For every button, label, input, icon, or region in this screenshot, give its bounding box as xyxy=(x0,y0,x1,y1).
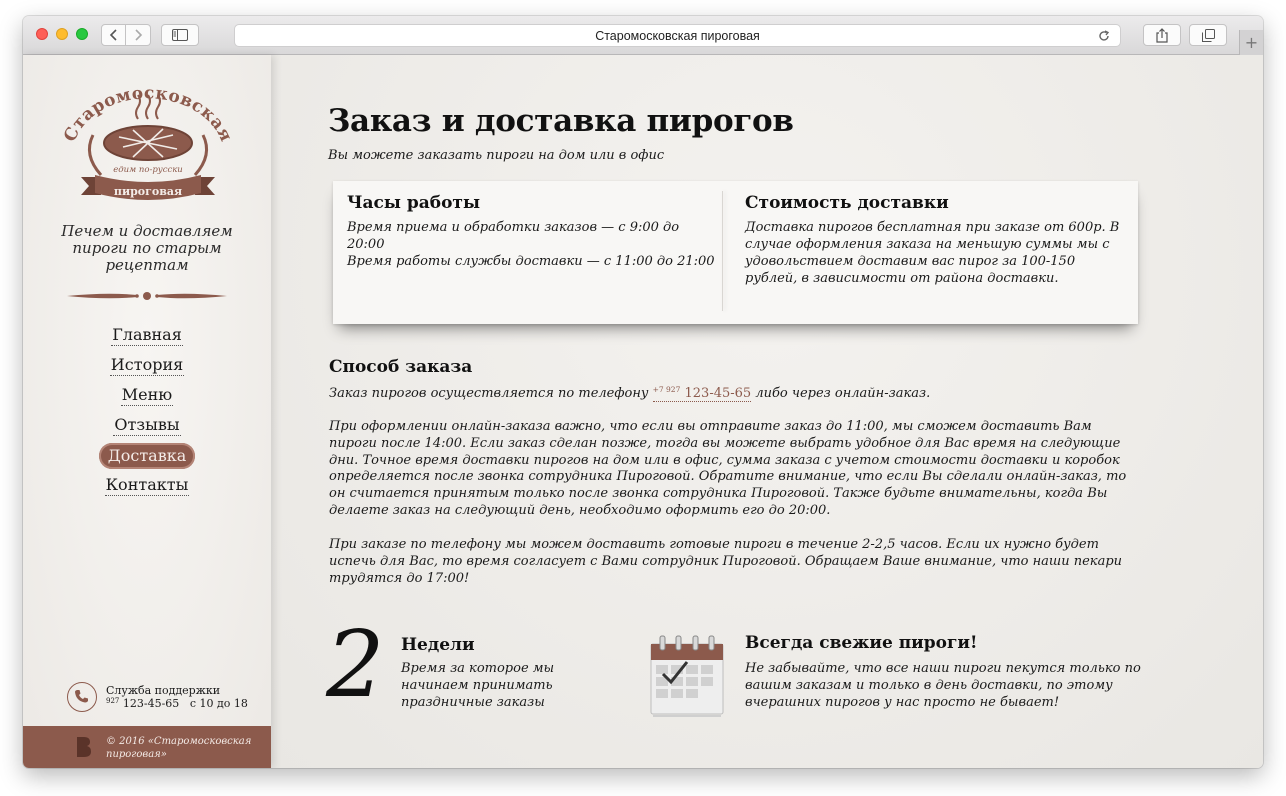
menu-item-menu: Меню xyxy=(23,381,271,411)
chevron-right-icon xyxy=(135,29,143,41)
site-logo[interactable]: Старомосковская едим по-русски xyxy=(63,85,233,215)
info-card: Часы работы Время приема и обработки зак… xyxy=(333,181,1138,324)
menu-item-reviews: Отзывы xyxy=(23,411,271,441)
back-button[interactable] xyxy=(101,24,126,46)
calendar-check-icon xyxy=(650,635,724,717)
share-button[interactable] xyxy=(1143,24,1181,46)
working-hours-delivery: Время работы службы доставки — с 11:00 д… xyxy=(347,254,715,269)
menu-link-history[interactable]: История xyxy=(109,356,185,376)
browser-toolbar: Старомосковская пироговая + xyxy=(23,16,1263,55)
delivery-cost-text: Доставка пирогов бесплатная при заказе о… xyxy=(745,220,1120,286)
developer-logo-icon[interactable] xyxy=(75,736,93,758)
menu-link-home[interactable]: Главная xyxy=(111,326,183,346)
share-icon xyxy=(1156,27,1168,43)
reload-icon[interactable] xyxy=(1097,29,1111,43)
phone-icon xyxy=(67,682,97,712)
menu-item-delivery: Доставка xyxy=(23,441,271,471)
site-sidebar: Старомосковская едим по-русски xyxy=(23,55,271,768)
show-tabs-button[interactable] xyxy=(1189,24,1227,46)
delivery-cost-title: Стоимость доставки xyxy=(745,193,949,213)
logo-subtitle-text: едим по-русски xyxy=(113,165,183,175)
copyright-text: © 2016 «Старомосковская пироговая» xyxy=(106,736,252,760)
menu-link-reviews[interactable]: Отзывы xyxy=(113,416,181,436)
site-tagline: Печем и доставляем пироги по старым реце… xyxy=(61,222,233,274)
card-divider xyxy=(722,191,723,311)
menu-item-contacts: Контакты xyxy=(23,471,271,501)
order-method-title: Способ заказа xyxy=(329,357,473,377)
support-phone-code: 927 xyxy=(106,697,120,705)
menu-item-history: История xyxy=(23,351,271,381)
menu-link-contacts[interactable]: Контакты xyxy=(104,476,190,496)
close-window-button[interactable] xyxy=(36,28,48,40)
working-hours-orders: Время приема и обработки заказов — с 9:0… xyxy=(347,220,680,252)
order-phone-code: +7 927 xyxy=(652,385,681,394)
menu-item-home: Главная xyxy=(23,321,271,351)
page-subtitle: Вы можете заказать пироги на дом или в о… xyxy=(328,148,665,163)
support-title: Служба поддержки xyxy=(106,684,221,697)
forward-button[interactable] xyxy=(126,24,151,46)
plus-icon: + xyxy=(1244,33,1259,52)
support-block: Служба поддержки 927 123-45-65 с 10 до 1… xyxy=(67,682,257,712)
zoom-window-button[interactable] xyxy=(76,28,88,40)
support-phone-number: 123-45-65 xyxy=(122,697,180,710)
ornament-divider xyxy=(67,292,227,300)
order-line-before: Заказ пирогов осуществляется по телефону xyxy=(329,386,653,401)
chevron-left-icon xyxy=(109,29,117,41)
show-sidebar-button[interactable] xyxy=(161,24,199,46)
address-bar-title: Старомосковская пироговая xyxy=(595,28,760,43)
working-hours-block: Часы работы Время приема и обработки зак… xyxy=(347,193,717,270)
main-menu: Главная История Меню Отзывы Доставка Кон… xyxy=(23,321,271,501)
menu-link-delivery[interactable]: Доставка xyxy=(98,443,196,469)
phone-order-paragraph: При заказе по телефону мы можем доставит… xyxy=(329,537,1123,586)
support-hours: с 10 до 18 xyxy=(189,697,248,710)
order-phone-number: 123-45-65 xyxy=(684,386,752,401)
address-bar[interactable]: Старомосковская пироговая xyxy=(234,24,1121,47)
order-line-after: либо через онлайн-заказ. xyxy=(751,386,931,401)
order-method-line: Заказ пирогов осуществляется по телефону… xyxy=(329,385,931,402)
tabs-icon xyxy=(1201,28,1215,42)
order-phone-link[interactable]: +7 927 123-45-65 xyxy=(652,385,752,402)
weeks-title: Недели xyxy=(401,635,475,655)
weeks-text: Время за которое мы начинаем принимать п… xyxy=(401,661,555,710)
new-tab-button[interactable]: + xyxy=(1239,30,1263,55)
page-title: Заказ и доставка пирогов xyxy=(328,103,794,139)
delivery-cost-block: Стоимость доставки Доставка пирогов бесп… xyxy=(745,193,1125,287)
minimize-window-button[interactable] xyxy=(56,28,68,40)
sidebar-icon xyxy=(172,29,188,41)
fresh-pies-text: Не забывайте, что все наши пироги пекутс… xyxy=(745,661,1141,710)
fresh-pies-title: Всегда свежие пироги! xyxy=(745,633,978,653)
online-order-paragraph: При оформлении онлайн-заказа важно, что … xyxy=(329,419,1127,518)
logo-banner-text: пироговая xyxy=(114,185,182,198)
working-hours-title: Часы работы xyxy=(347,193,481,213)
main-content: Заказ и доставка пирогов Вы можете заказ… xyxy=(271,55,1263,768)
menu-link-menu[interactable]: Меню xyxy=(120,386,174,406)
sidebar-footer: © 2016 «Старомосковская пироговая» xyxy=(23,726,271,768)
weeks-number: 2 xyxy=(326,611,385,718)
support-phone[interactable]: 927 123-45-65 с 10 до 18 xyxy=(106,697,248,710)
browser-window: Старомосковская пироговая + Старомосковс… xyxy=(23,16,1263,768)
